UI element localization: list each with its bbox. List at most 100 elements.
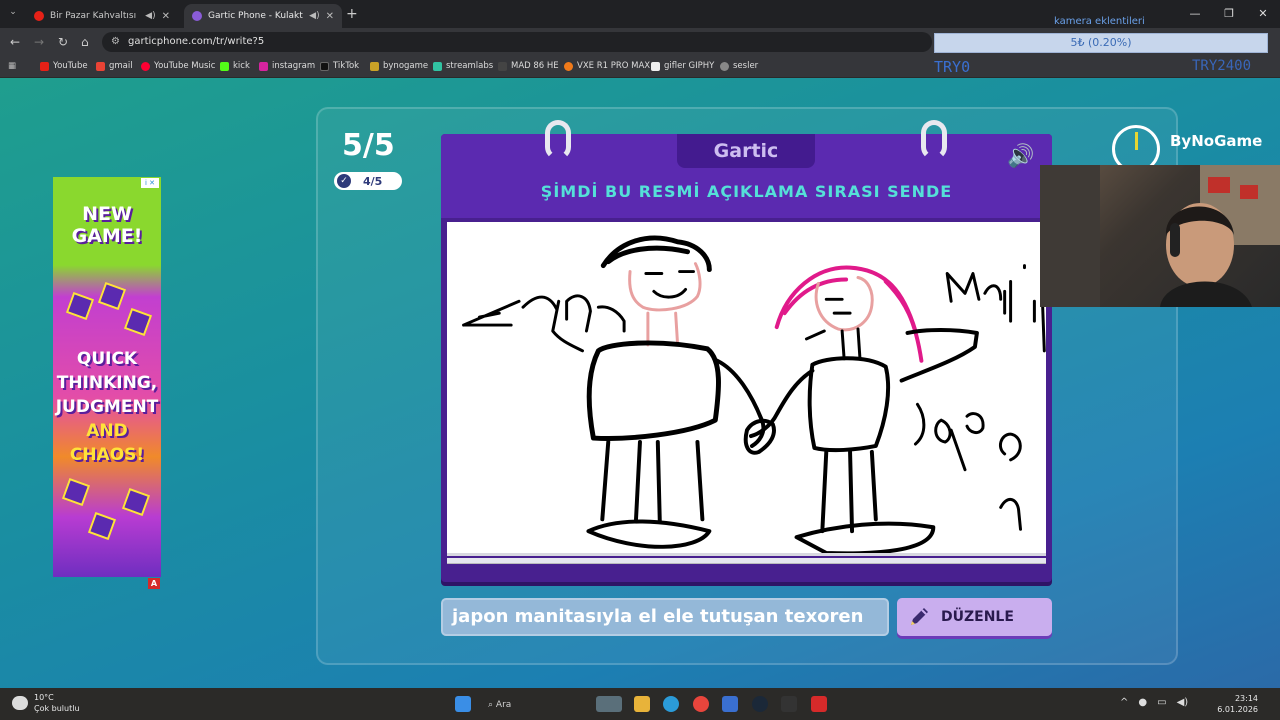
- speaker-icon[interactable]: ◀): [309, 11, 319, 21]
- bookmark-label: bynogame: [383, 61, 429, 71]
- forward-icon[interactable]: →: [34, 35, 44, 49]
- drawing-canvas: [447, 222, 1046, 556]
- bookmark-vxe[interactable]: VXE R1 PRO MAX: [564, 61, 650, 71]
- widgets-icon[interactable]: [596, 696, 622, 712]
- file-explorer-icon[interactable]: [634, 696, 650, 712]
- bookmark-streamlabs[interactable]: streamlabs: [433, 61, 493, 71]
- ad-gem-icon: [123, 307, 153, 337]
- tab-search-icon[interactable]: ⌄: [6, 7, 20, 21]
- players-done-pill: ✓ 4/5: [334, 172, 402, 190]
- new-tab-icon[interactable]: +: [346, 6, 358, 22]
- network-icon[interactable]: ▭: [1157, 697, 1166, 708]
- ad-info-badge[interactable]: i ✕: [141, 178, 159, 188]
- folder-icon: [498, 61, 507, 71]
- tab-gartic[interactable]: Gartic Phone - Kulaktan Kul ◀) ✕: [184, 4, 342, 28]
- giphy-icon: [651, 61, 660, 71]
- volume-icon[interactable]: ◀): [1177, 697, 1189, 708]
- ad-gem-icon: [87, 511, 117, 541]
- taskbar-search[interactable]: ⌕ Ara: [480, 695, 580, 715]
- ad-gem-icon: [97, 281, 127, 311]
- store-icon[interactable]: [722, 696, 738, 712]
- bookmark-label: VXE R1 PRO MAX: [577, 61, 651, 71]
- bookmark-instagram[interactable]: instagram: [259, 61, 315, 71]
- chrome-icon[interactable]: [693, 696, 709, 712]
- kick-icon: [220, 61, 229, 71]
- ad-line: AND CHAOS!: [69, 421, 145, 465]
- bookmark-mad86[interactable]: MAD 86 HE: [498, 61, 559, 71]
- overlay-left-text: TRY0: [934, 58, 971, 76]
- ad-line: QUICK THINKING,: [56, 349, 158, 393]
- advertisement-banner[interactable]: i ✕ NEW GAME! QUICK THINKING, JUDGMENT A…: [53, 177, 161, 577]
- system-tray: ^ ● ▭ ◀): [1120, 697, 1188, 708]
- epic-games-icon[interactable]: [781, 696, 797, 712]
- donation-goal-bar: 5₺ (0.20%): [934, 33, 1268, 53]
- binder-ring: [545, 120, 571, 160]
- streamlabs-app-icon[interactable]: [811, 696, 827, 712]
- edge-icon[interactable]: [663, 696, 679, 712]
- tab-youtube[interactable]: Bir Pazar Kahvaltısı - YouTu ◀) ✕: [26, 4, 178, 28]
- bookmark-label: gmail: [109, 61, 133, 71]
- webcam-feed: [1040, 165, 1280, 307]
- tab-title: Bir Pazar Kahvaltısı - YouTu: [50, 11, 139, 21]
- sound-icon[interactable]: 🔊: [1007, 144, 1034, 169]
- bookmark-giphy[interactable]: gifler GIPHY: [651, 61, 714, 71]
- bynogame-icon: [370, 61, 379, 71]
- bookmark-bynogame[interactable]: bynogame: [370, 61, 428, 71]
- instagram-icon: [259, 61, 268, 71]
- game-page: 5/5 ✓ 4/5 Gartic ŞİMDİ BU RESMİ AÇIKLAMA…: [0, 78, 1280, 688]
- bookmark-youtube[interactable]: YouTube: [40, 61, 88, 71]
- tab-title: Gartic Phone - Kulaktan Kul: [208, 11, 303, 21]
- description-input[interactable]: japon manitasıyla el ele tutuşan texoren: [441, 598, 889, 636]
- clock-time: 23:14: [1234, 694, 1258, 703]
- speaker-icon[interactable]: ◀): [145, 11, 155, 21]
- apps-icon[interactable]: ▦: [8, 61, 16, 71]
- edit-button[interactable]: DÜZENLE: [897, 598, 1052, 636]
- chevron-up-icon[interactable]: ^: [1120, 697, 1128, 708]
- overlay-right-text: TRY2400: [1192, 58, 1252, 74]
- youtube-favicon-icon: [34, 11, 44, 21]
- window-controls: — ❐ ✕: [1178, 0, 1280, 28]
- restore-icon[interactable]: ❐: [1212, 0, 1246, 28]
- ad-gem-icon: [121, 487, 151, 517]
- home-icon[interactable]: ⌂: [81, 35, 89, 49]
- ad-gem-icon: [61, 477, 91, 507]
- bookmark-label: sesler: [733, 61, 759, 71]
- bookmark-youtube-music[interactable]: YouTube Music: [141, 61, 215, 71]
- gartic-favicon-icon: [192, 11, 202, 21]
- instruction-text: ŞİMDİ BU RESMİ AÇIKLAMA SIRASI SENDE: [540, 182, 953, 201]
- close-tab-icon[interactable]: ✕: [326, 11, 334, 22]
- book-header: Gartic ŞİMDİ BU RESMİ AÇIKLAMA SIRASI SE…: [441, 134, 1052, 218]
- microphone-icon[interactable]: ●: [1138, 697, 1147, 708]
- minimize-icon[interactable]: —: [1178, 0, 1212, 28]
- players-done-count: 4/5: [363, 174, 383, 188]
- bookmark-label: gifler GIPHY: [664, 61, 715, 71]
- binder-ring: [921, 120, 947, 160]
- clock[interactable]: 23:14 6.01.2026: [1214, 693, 1258, 715]
- close-tab-icon[interactable]: ✕: [162, 11, 170, 22]
- temperature: 10°C: [34, 693, 54, 702]
- bookmark-label: TikTok: [333, 61, 360, 71]
- back-icon[interactable]: ←: [10, 35, 20, 49]
- search-icon: ⌕: [488, 700, 494, 710]
- site-info-icon[interactable]: ⚙: [111, 32, 120, 52]
- address-bar[interactable]: ⚙ garticphone.com/tr/write?5: [102, 32, 932, 52]
- ad-choices-icon[interactable]: A: [148, 578, 160, 589]
- bookmark-label: instagram: [272, 61, 316, 71]
- bookmark-label: YouTube Music: [154, 61, 216, 71]
- weather-condition: Çok bulutlu: [34, 704, 80, 713]
- overlay-title: kamera eklentileri: [1054, 16, 1145, 27]
- bookmark-gmail[interactable]: gmail: [96, 61, 133, 71]
- steam-icon[interactable]: [752, 696, 768, 712]
- globe-icon: [720, 61, 729, 71]
- reload-icon[interactable]: ↻: [58, 35, 68, 49]
- tiktok-icon: [320, 61, 329, 71]
- gartic-logo: Gartic: [677, 134, 815, 168]
- bookmark-sesler[interactable]: sesler: [720, 61, 758, 71]
- start-icon[interactable]: [455, 696, 471, 712]
- close-window-icon[interactable]: ✕: [1246, 0, 1280, 28]
- weather-widget[interactable]: 10°C Çok bulutlu: [12, 692, 80, 714]
- pencil-icon: [911, 608, 928, 625]
- bookmark-kick[interactable]: kick: [220, 61, 250, 71]
- ad-tagline: QUICK THINKING, JUDGMENT AND CHAOS!: [53, 347, 161, 467]
- bookmark-tiktok[interactable]: TikTok: [320, 61, 359, 71]
